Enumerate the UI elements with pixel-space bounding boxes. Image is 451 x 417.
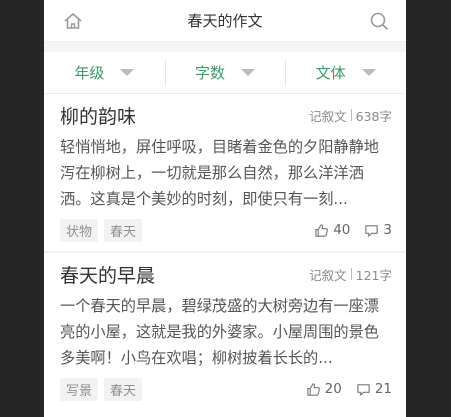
article-footer: 写景 春天 20 21 <box>60 377 392 401</box>
article-word-count: 121字 <box>355 267 392 283</box>
article-excerpt: 一个春天的早晨，碧绿茂盛的大树旁边有一座漂亮的小屋，这就是我的外婆家。小屋周围的… <box>60 297 379 367</box>
filter-grade[interactable]: 年级 <box>44 60 165 86</box>
meta-separator <box>350 109 352 121</box>
article-header: 柳的韵味 记叙文 638字 <box>60 100 392 130</box>
article-stats: 40 3 <box>300 222 392 238</box>
thumbs-up-icon <box>306 382 320 396</box>
article-card[interactable]: 春天的早晨 记叙文 121字 一个春天的早晨，碧绿茂盛的大树旁边有一座漂亮的小屋… <box>44 253 406 413</box>
comment-icon <box>365 224 379 237</box>
comment-button[interactable]: 21 <box>356 381 392 397</box>
caret-down-icon <box>361 69 376 76</box>
article-card[interactable]: 柳的韵味 记叙文 638字 轻悄悄地，屏住呼吸，目睹着金色的夕阳静静地泻在柳树上… <box>44 94 406 252</box>
thumbs-up-icon <box>315 223 329 237</box>
filter-label: 文体 <box>315 64 346 82</box>
comment-icon <box>357 383 370 396</box>
article-excerpt: 轻悄悄地，屏住呼吸，目睹着金色的夕阳静静地泻在柳树上，一切就是那么自然，那么洋洋… <box>60 138 379 208</box>
article-meta: 记叙文 638字 <box>309 106 392 125</box>
filter-label: 年级 <box>74 64 105 82</box>
caret-down-icon <box>120 69 135 76</box>
article-footer: 状物 春天 40 3 <box>60 218 392 242</box>
article-header: 春天的早晨 记叙文 121字 <box>60 259 392 289</box>
tag-list: 写景 春天 <box>60 377 148 401</box>
search-icon[interactable] <box>368 10 390 32</box>
page-title: 春天的作文 <box>187 12 263 30</box>
tag[interactable]: 写景 <box>60 377 99 401</box>
meta-separator <box>350 268 352 280</box>
top-bar: 春天的作文 <box>44 0 406 42</box>
app-screen: 春天的作文 年级 字数 文体 柳的韵味 记叙文 638字 轻悄悄地，屏住呼吸，目… <box>44 0 406 417</box>
comment-button[interactable]: 3 <box>364 222 392 238</box>
like-count: 20 <box>324 381 342 397</box>
article-title: 柳的韵味 <box>60 105 137 128</box>
home-icon[interactable] <box>62 10 84 32</box>
like-button[interactable]: 20 <box>306 381 342 397</box>
article-word-count: 638字 <box>355 108 392 124</box>
article-type: 记叙文 <box>309 108 347 124</box>
filter-word-count[interactable]: 字数 <box>164 59 286 86</box>
like-button[interactable]: 40 <box>314 222 350 238</box>
comment-count: 21 <box>374 381 392 397</box>
filter-label: 字数 <box>195 64 226 82</box>
tag[interactable]: 状物 <box>60 218 99 242</box>
divider-gap <box>44 42 406 52</box>
caret-down-icon <box>241 69 256 76</box>
like-count: 40 <box>333 222 351 238</box>
tag-list: 状物 春天 <box>60 218 148 242</box>
tag[interactable]: 春天 <box>104 377 143 401</box>
article-title: 春天的早晨 <box>60 264 156 287</box>
filter-bar: 年级 字数 文体 <box>44 52 406 94</box>
article-stats: 20 21 <box>292 381 392 397</box>
tag[interactable]: 春天 <box>104 218 143 242</box>
comment-count: 3 <box>383 222 392 238</box>
article-type: 记叙文 <box>309 267 347 283</box>
article-meta: 记叙文 121字 <box>309 265 392 284</box>
filter-genre[interactable]: 文体 <box>285 59 406 86</box>
